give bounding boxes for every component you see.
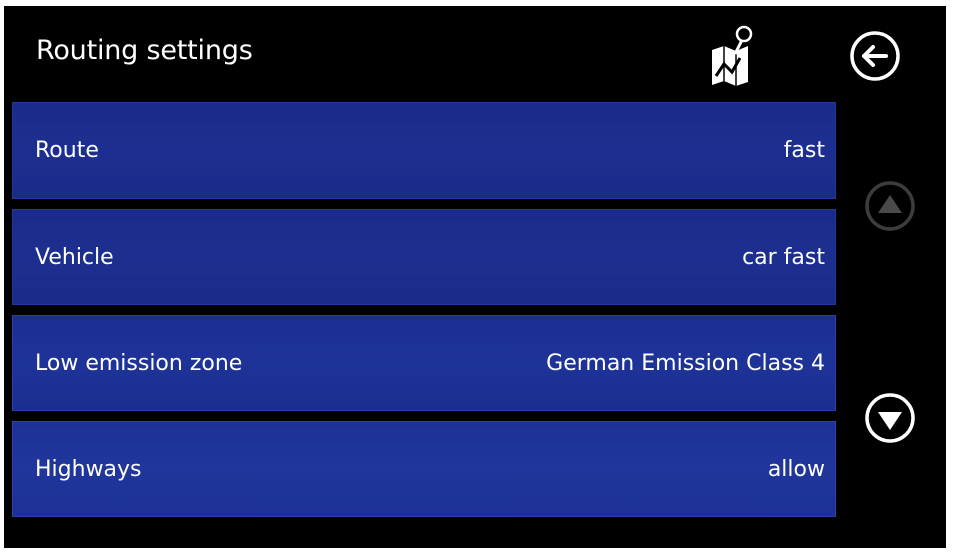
setting-value: fast [783,138,825,163]
back-button[interactable] [849,30,901,82]
scroll-down-button[interactable] [864,392,916,444]
setting-label: Vehicle [35,244,114,270]
setting-low-emission-zone[interactable]: Low emission zone German Emission Class … [12,315,836,411]
setting-vehicle[interactable]: Vehicle car fast [12,209,836,305]
setting-value: allow [767,456,825,482]
setting-value: car fast [742,244,825,270]
scroll-up-button[interactable] [864,180,916,232]
setting-label: Low emission zone [35,350,243,376]
setting-label: Highways [35,456,142,482]
settings-list: Route fast Vehicle car fast Low emission… [12,102,836,517]
screen: Routing settings Route fast Vehicle car … [4,6,946,548]
setting-route[interactable]: Route fast [12,102,836,199]
setting-label: Route [35,138,99,163]
setting-highways[interactable]: Highways allow [12,421,836,517]
map-pin-icon [712,25,753,86]
page-title: Routing settings [36,35,253,66]
setting-value: German Emission Class 4 [546,350,825,376]
